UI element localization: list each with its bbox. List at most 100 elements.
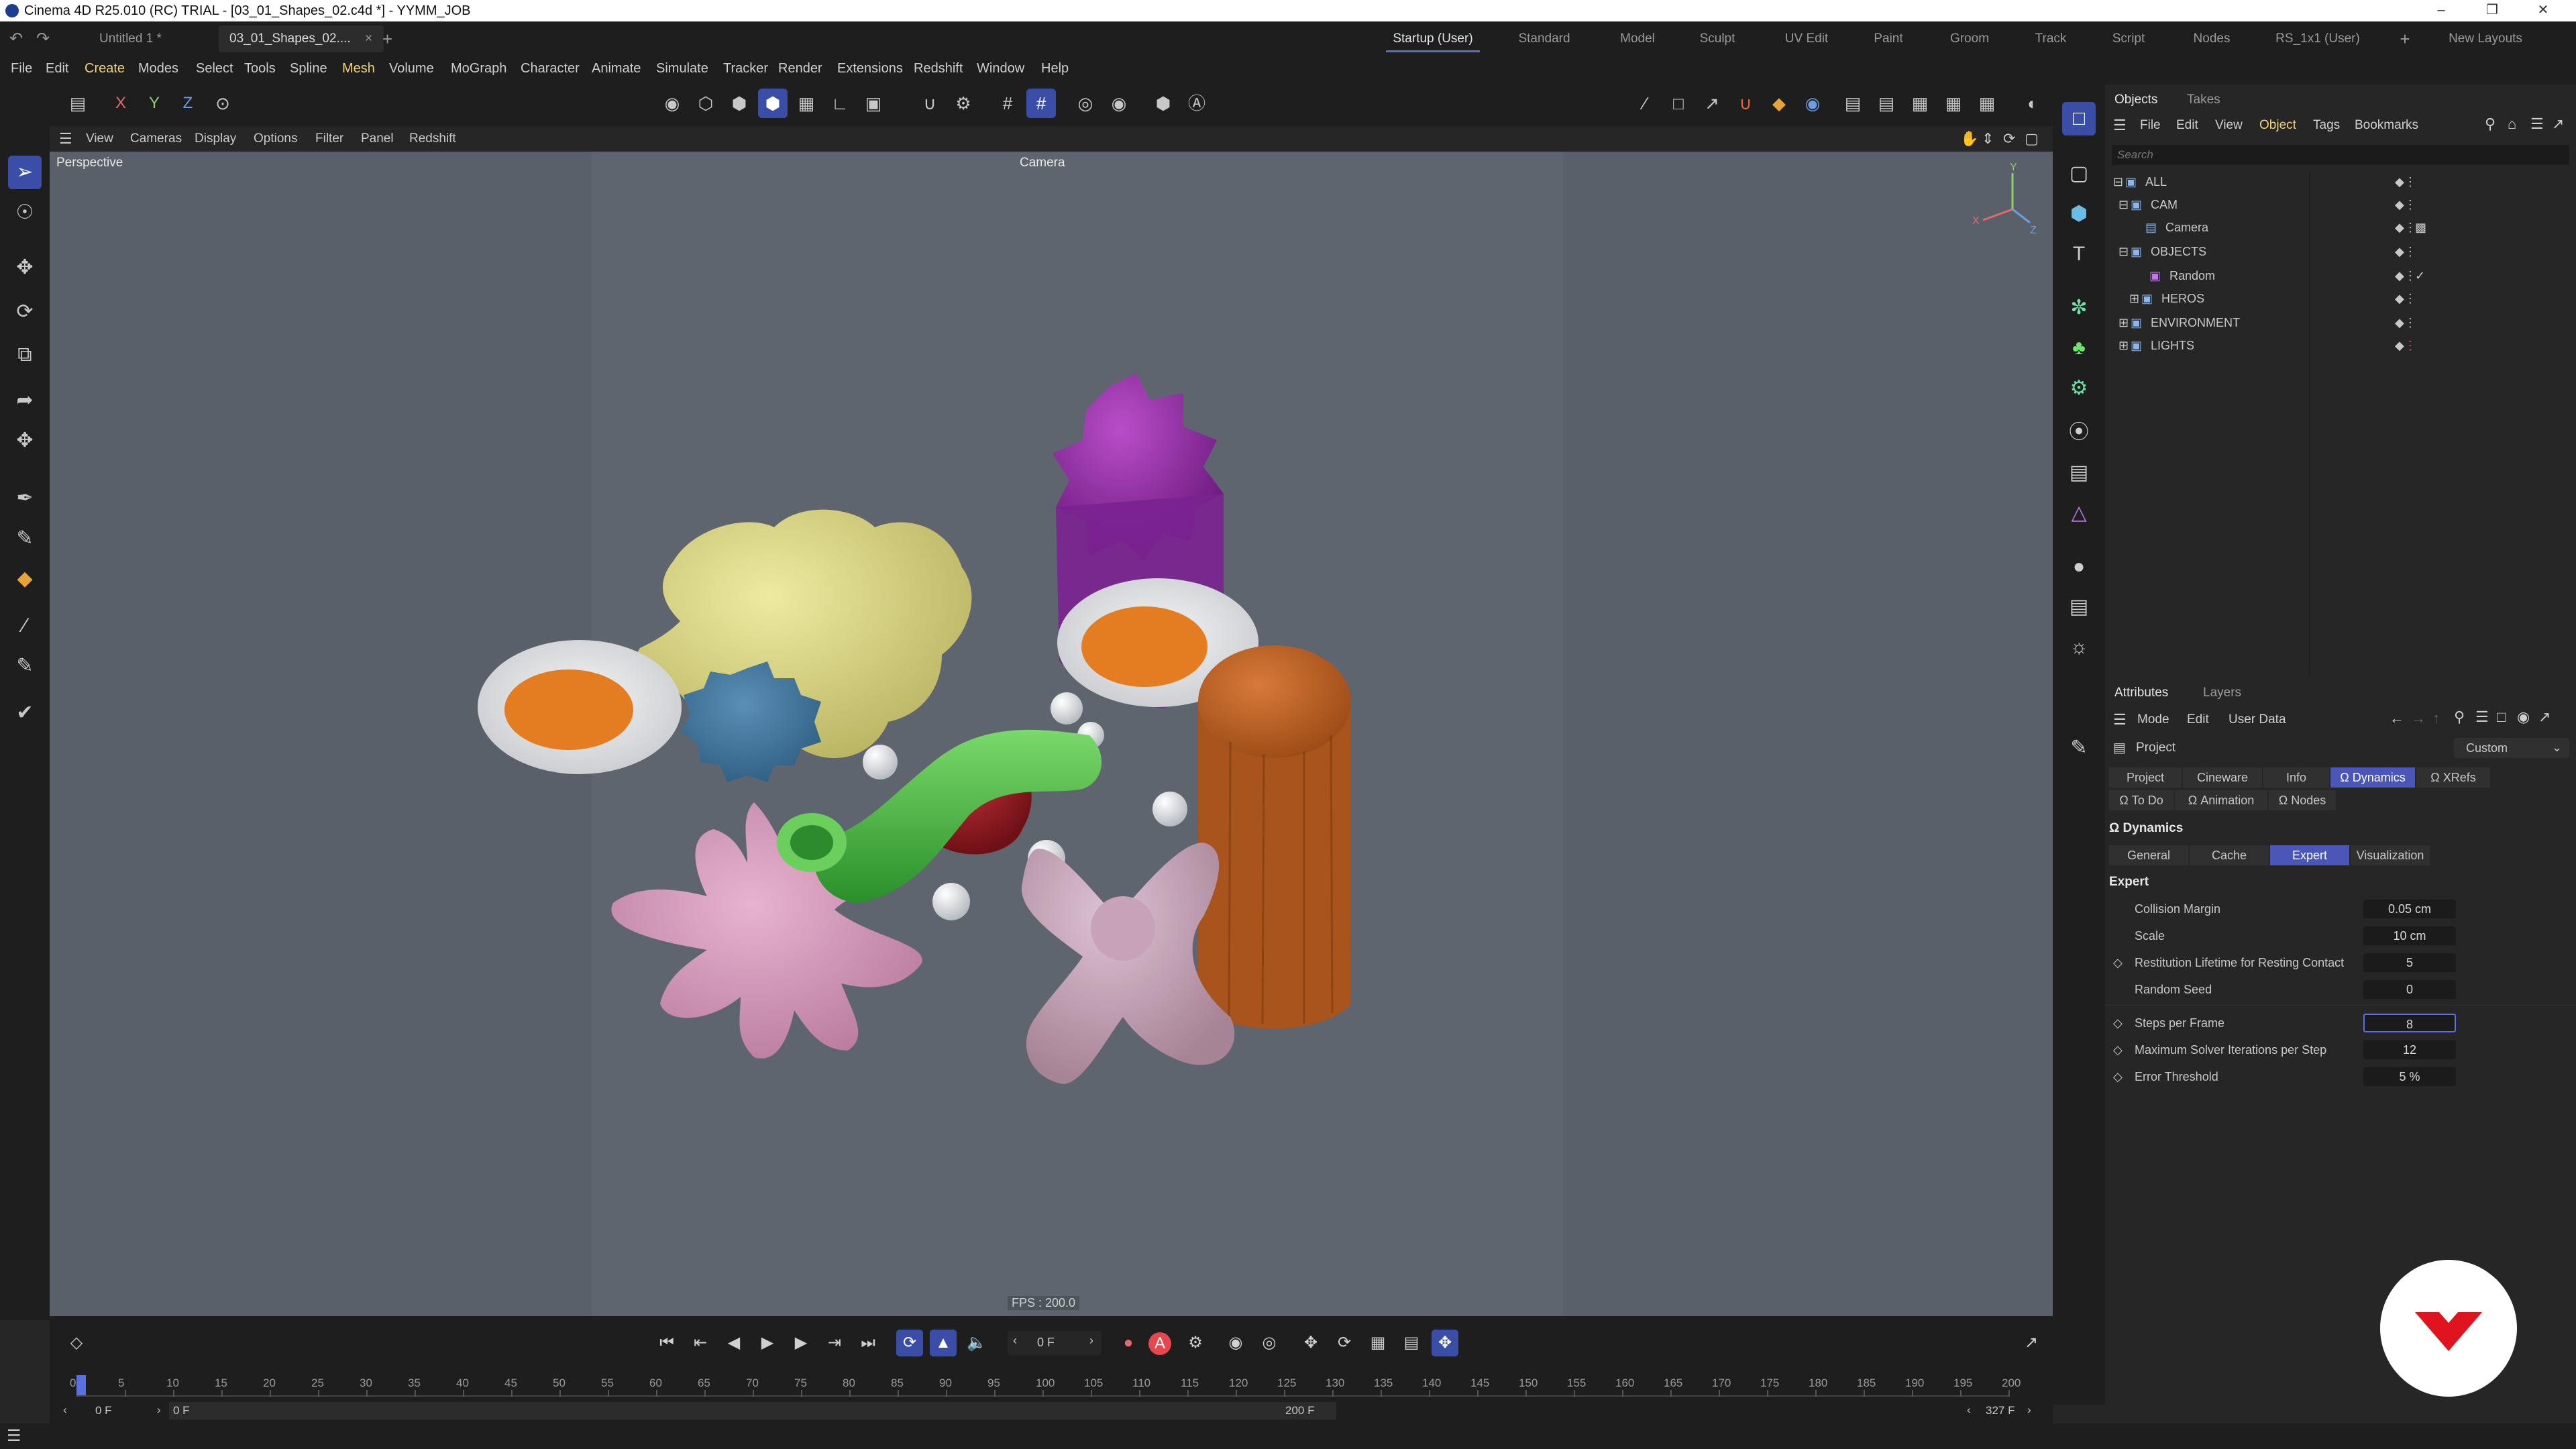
subtab-cache[interactable]: Cache (2190, 845, 2269, 865)
camera-icon[interactable]: ▤ (2062, 590, 2096, 624)
live-selection-icon[interactable]: □ (1664, 89, 1693, 118)
go-to-start-icon[interactable]: ⏮ (653, 1330, 680, 1356)
tree-row-objects[interactable]: ⊟ ▣ OBJECTS ◆⋮ (2105, 241, 2576, 262)
minimize-icon[interactable]: – (2418, 0, 2465, 21)
auto-key-icon[interactable]: Ⓐ (1182, 89, 1212, 118)
menu-simulate[interactable]: Simulate (656, 55, 708, 82)
tree-row-environment[interactable]: ⊞ ▣ ENVIRONMENT ◆⋮ (2105, 313, 2576, 333)
visibility-icon[interactable]: ◆⋮ (2395, 335, 2416, 356)
filter-icon[interactable]: ☰ (2530, 115, 2544, 133)
tree-row-random[interactable]: ▣ Random ◆⋮ ✓ (2105, 266, 2576, 286)
start-frame-value[interactable]: 0 F (95, 1404, 112, 1417)
visibility-icon[interactable]: ◆⋮ (2395, 217, 2416, 237)
object-manager-icon[interactable]: □ (2062, 102, 2096, 136)
tab-cineware[interactable]: Cineware (2183, 767, 2262, 788)
axis-mode-icon[interactable]: ∟ (825, 89, 855, 118)
layout-groom[interactable]: Groom (1943, 25, 1996, 52)
cube-primitive-icon[interactable]: ⬢ (2062, 197, 2096, 231)
grid-icon[interactable]: # (993, 89, 1022, 118)
search-icon[interactable]: ⚲ (2485, 115, 2496, 133)
tree-row-camera[interactable]: ▤ Camera ◆⋮ ▩ (2105, 217, 2576, 237)
white-sphere-object[interactable] (863, 745, 898, 780)
close-icon[interactable]: ✕ (2520, 0, 2567, 21)
scale-field[interactable]: 10 cm (2363, 926, 2456, 945)
layout-model[interactable]: Model (1607, 25, 1668, 52)
transfer-icon[interactable]: ↗ (1697, 89, 1727, 118)
polygons-mode-icon[interactable]: ⬢ (724, 89, 754, 118)
render-region-icon[interactable]: ▤ (1838, 89, 1868, 118)
home-icon[interactable]: ⌂ (2508, 115, 2516, 133)
tree-row-all[interactable]: ⊟ ▣ ALL ◆⋮ (2105, 172, 2576, 192)
scale-tool-icon[interactable]: ⧉ (8, 338, 42, 372)
filter-icon[interactable]: ☰ (2475, 708, 2489, 726)
knife-tool-icon[interactable]: ✔ (8, 696, 42, 730)
menu-volume[interactable]: Volume (389, 55, 434, 82)
next-frame-icon[interactable]: ▶ (788, 1330, 814, 1356)
motion-mode-icon[interactable]: ✥ (1432, 1330, 1458, 1356)
menu-redshift[interactable]: Redshift (914, 55, 963, 82)
points-mode-icon[interactable]: ◉ (657, 89, 687, 118)
chevron-left-icon[interactable]: ‹ (63, 1403, 67, 1417)
light-icon[interactable]: ☼ (2062, 631, 2096, 664)
rotate-tool-icon[interactable]: ⟳ (8, 295, 42, 329)
objects-menu-bookmarks[interactable]: Bookmarks (2355, 118, 2418, 133)
pan-icon[interactable]: ✋ (1960, 126, 1978, 152)
timeline-ruler[interactable]: 0 5 10 15 20 25 30 35 40 45 50 55 60 65 70 75 80 85 90 95 10… (70, 1375, 2021, 1402)
new-tab-icon[interactable]: + (382, 27, 392, 51)
timeline-graph-icon[interactable]: ↗ (2018, 1330, 2045, 1356)
back-arrow-icon[interactable]: ← (2390, 710, 2404, 727)
preview-range-icon[interactable]: ▲ (930, 1330, 957, 1356)
up-arrow-icon[interactable]: ↑ (2432, 710, 2440, 727)
tab-to-do[interactable]: Ω To Do (2109, 790, 2174, 810)
script-icon[interactable]: ✎ (2062, 731, 2096, 765)
chevron-right-icon[interactable]: › (157, 1403, 161, 1417)
menu-spline[interactable]: Spline (290, 55, 327, 82)
magnet-icon[interactable]: ∪ (915, 89, 945, 118)
zoom-icon[interactable]: ⇕ (1982, 126, 1994, 152)
selection-filter-icon[interactable]: ☉ (8, 196, 42, 229)
end-frame-value[interactable]: 327 F (1986, 1404, 2015, 1417)
camera-tag-icon[interactable]: ▩ (2415, 217, 2426, 237)
tab-xrefs[interactable]: Ω XRefs (2416, 767, 2490, 788)
visibility-icon[interactable]: ◆⋮ (2395, 313, 2416, 333)
viewport-menu-panel[interactable]: Panel (361, 126, 394, 152)
collision-margin-field[interactable]: 0.05 cm (2363, 900, 2456, 918)
tab-untitled[interactable]: Untitled 1 * (75, 25, 216, 52)
menu-create[interactable]: Create (85, 55, 125, 82)
menu-file[interactable]: File (11, 55, 32, 82)
keyframe-diamond-icon[interactable]: ◇ (2113, 1065, 2123, 1088)
key-position-icon[interactable]: ◉ (1222, 1330, 1249, 1356)
visibility-icon[interactable]: ◆⋮ (2395, 241, 2416, 262)
record-icon[interactable]: ● (1115, 1330, 1142, 1356)
layout-startup[interactable]: Startup (User) (1386, 25, 1480, 52)
layout-standard[interactable]: Standard (1509, 25, 1579, 52)
new-window-icon[interactable]: ↗ (2538, 708, 2551, 726)
viewport-hamburger-icon[interactable]: ☰ (59, 126, 72, 152)
viewport-menu-view[interactable]: View (86, 126, 113, 152)
chevron-left-icon[interactable]: ‹ (1013, 1334, 1017, 1348)
key-rotation-icon[interactable]: ◎ (1256, 1330, 1283, 1356)
attributes-hamburger-icon[interactable]: ☰ (2113, 711, 2127, 729)
spline-pen-icon[interactable]: ✒ (8, 482, 42, 515)
playhead[interactable] (76, 1375, 86, 1395)
key-param-icon[interactable]: ⟳ (1331, 1330, 1358, 1356)
white-sphere-object[interactable] (1152, 792, 1187, 826)
maximize-view-icon[interactable]: ▢ (2025, 126, 2039, 152)
attributes-menu-mode[interactable]: Mode (2137, 712, 2169, 727)
coordinate-system-icon[interactable]: ⊙ (208, 89, 237, 118)
chevron-left-icon[interactable]: ‹ (1967, 1403, 1971, 1417)
menu-window[interactable]: Window (977, 55, 1024, 82)
menu-select[interactable]: Select (196, 55, 233, 82)
autokey-icon[interactable]: A (1148, 1332, 1171, 1355)
cloner-icon[interactable]: ♣ (2062, 331, 2096, 365)
3d-viewport[interactable]: Perspective Camera FPS : 200.0 Y X Z (50, 152, 2053, 1316)
sound-icon[interactable]: 🔈 (963, 1330, 990, 1356)
select-tool-icon[interactable]: ➢ (8, 156, 42, 189)
render-to-po-icon[interactable]: ▦ (1939, 89, 1968, 118)
viewport-menu-options[interactable]: Options (254, 126, 297, 152)
tracer-icon[interactable]: △ (2062, 496, 2096, 530)
egg-left-object[interactable] (478, 640, 682, 774)
objects-hamburger-icon[interactable]: ☰ (2113, 117, 2127, 134)
orbit-icon[interactable]: ⟳ (2003, 126, 2015, 152)
viewport-menu-display[interactable]: Display (195, 126, 236, 152)
